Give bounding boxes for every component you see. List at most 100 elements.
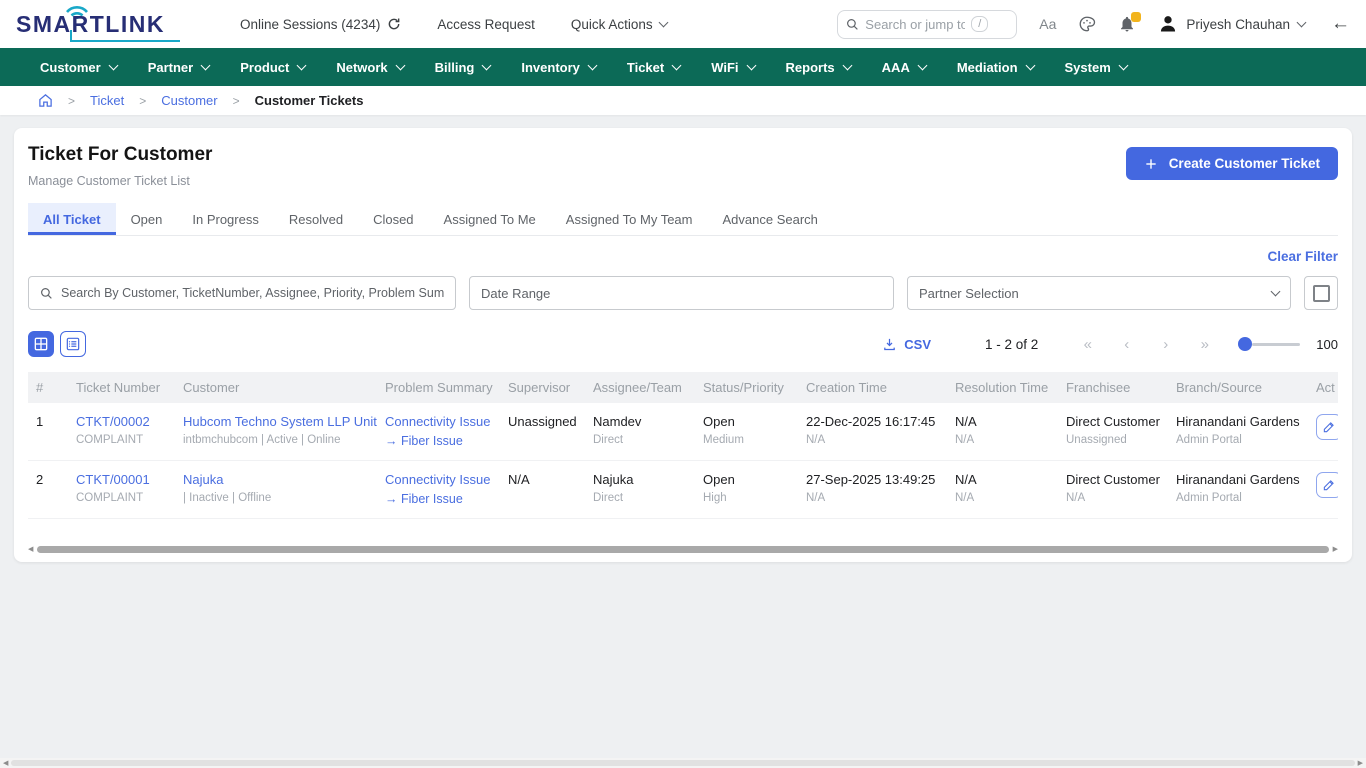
notifications-bell-icon[interactable] (1118, 15, 1136, 33)
problem-summary-link[interactable]: Connectivity Issue (385, 414, 492, 429)
priority: Medium (703, 434, 790, 446)
page-size-value: 100 (1316, 337, 1338, 352)
slider-handle[interactable] (1238, 337, 1252, 351)
scrollbar-thumb[interactable] (37, 546, 1328, 553)
global-search[interactable]: / (837, 10, 1017, 39)
tab-all-ticket[interactable]: All Ticket (28, 203, 116, 235)
list-view-button[interactable] (60, 331, 86, 357)
pagination-last-button[interactable]: » (1185, 336, 1224, 353)
assignee: Namdev (593, 414, 687, 429)
tab-advance-search[interactable]: Advance Search (708, 203, 833, 235)
resolution-time: N/A (955, 414, 1050, 429)
nav-item-system[interactable]: System (1065, 60, 1127, 75)
nav-item-billing[interactable]: Billing (435, 60, 491, 75)
scroll-right-icon[interactable]: ▶ (1358, 760, 1363, 767)
access-request-link[interactable]: Access Request (437, 17, 535, 32)
ticket-number-link[interactable]: CTKT/00002 (76, 414, 167, 429)
back-arrow-icon[interactable]: ← (1331, 13, 1350, 35)
user-menu[interactable]: Priyesh Chauhan (1158, 14, 1305, 34)
clear-filter-link[interactable]: Clear Filter (1267, 249, 1338, 264)
edit-ticket-button[interactable] (1316, 472, 1338, 498)
page-horizontal-scrollbar[interactable]: ◀ ▶ (0, 758, 1366, 768)
chevron-down-icon (482, 60, 492, 70)
main-navbar: Customer Partner Product Network Billing… (0, 48, 1366, 86)
breadcrumb-separator: > (233, 94, 240, 108)
assignee-team: Direct (593, 492, 687, 504)
problem-sub-category[interactable]: → Fiber Issue (385, 434, 492, 448)
user-name: Priyesh Chauhan (1186, 17, 1290, 32)
refresh-icon[interactable] (387, 17, 401, 31)
global-search-input[interactable] (865, 17, 965, 32)
nav-item-customer[interactable]: Customer (40, 60, 117, 75)
pagination-first-button[interactable]: « (1068, 336, 1107, 353)
partner-selection-placeholder: Partner Selection (919, 286, 1019, 301)
chevron-down-icon (587, 60, 597, 70)
tab-resolved[interactable]: Resolved (274, 203, 358, 235)
logo-arrow (70, 30, 72, 42)
chevron-down-icon (917, 60, 927, 70)
edit-ticket-button[interactable] (1316, 414, 1338, 440)
ticket-number-link[interactable]: CTKT/00001 (76, 472, 167, 487)
font-size-toggle[interactable]: Aa (1039, 16, 1056, 32)
theme-palette-icon[interactable] (1078, 15, 1096, 33)
page-size-slider[interactable] (1238, 337, 1300, 351)
tab-open[interactable]: Open (116, 203, 178, 235)
table-horizontal-scrollbar[interactable]: ◀ ▶ (28, 545, 1338, 553)
nav-item-wifi[interactable]: WiFi (711, 60, 754, 75)
row-number: 2 (36, 472, 60, 487)
nav-item-aaa[interactable]: AAA (882, 60, 926, 75)
supervisor: N/A (508, 472, 577, 487)
breadcrumb-ticket-link[interactable]: Ticket (90, 93, 124, 108)
problem-sub-category[interactable]: → Fiber Issue (385, 492, 492, 506)
scroll-right-icon[interactable]: ▶ (1333, 546, 1338, 553)
date-range-input[interactable] (481, 286, 882, 301)
customer-status: | Inactive | Offline (183, 492, 369, 504)
app-logo[interactable]: SMARTLINK (16, 4, 184, 44)
ticket-search-field (28, 276, 456, 310)
grid-view-button[interactable] (28, 331, 54, 357)
nav-item-inventory[interactable]: Inventory (521, 60, 596, 75)
problem-summary-link[interactable]: Connectivity Issue (385, 472, 492, 487)
nav-item-product[interactable]: Product (240, 60, 305, 75)
home-icon[interactable] (38, 93, 53, 108)
tab-in-progress[interactable]: In Progress (177, 203, 273, 235)
chevron-down-icon (1118, 60, 1128, 70)
nav-item-mediation[interactable]: Mediation (957, 60, 1034, 75)
customer-link[interactable]: Najuka (183, 472, 369, 487)
chevron-down-icon (672, 60, 682, 70)
tab-closed[interactable]: Closed (358, 203, 428, 235)
franchisee-sub: N/A (1066, 492, 1160, 504)
top-header: SMARTLINK Online Sessions (4234) Access … (0, 0, 1366, 48)
table-header-row: # Ticket Number Customer Problem Summary… (28, 372, 1338, 403)
breadcrumb-current: Customer Tickets (255, 93, 364, 108)
scrollbar-thumb[interactable] (11, 760, 1354, 766)
supervisor: Unassigned (508, 414, 577, 429)
col-header-action: Act (1308, 372, 1338, 403)
nav-item-partner[interactable]: Partner (148, 60, 210, 75)
tab-assigned-to-me[interactable]: Assigned To Me (429, 203, 551, 235)
tab-assigned-to-my-team[interactable]: Assigned To My Team (551, 203, 708, 235)
scroll-left-icon[interactable]: ◀ (3, 760, 8, 767)
scroll-left-icon[interactable]: ◀ (28, 546, 33, 553)
partner-selection-select[interactable]: Partner Selection (907, 276, 1291, 310)
download-icon (882, 337, 897, 352)
nav-item-reports[interactable]: Reports (786, 60, 851, 75)
resolution-time-sub: N/A (955, 434, 1050, 446)
search-icon (40, 287, 53, 300)
csv-export-button[interactable]: CSV (882, 337, 931, 352)
select-all-checkbox[interactable] (1304, 276, 1338, 310)
quick-actions-menu[interactable]: Quick Actions (571, 17, 667, 32)
customer-link[interactable]: Hubcom Techno System LLP Unit (183, 414, 369, 429)
plus-icon (1144, 157, 1158, 171)
franchisee: Direct Customer (1066, 414, 1160, 429)
status: Open (703, 414, 790, 429)
pagination-prev-button[interactable]: ‹ (1107, 336, 1146, 353)
nav-item-ticket[interactable]: Ticket (627, 60, 680, 75)
pagination-next-button[interactable]: › (1146, 336, 1185, 353)
creation-time-sub: N/A (806, 434, 939, 446)
logo-underline (70, 40, 180, 42)
breadcrumb-customer-link[interactable]: Customer (161, 93, 217, 108)
create-customer-ticket-button[interactable]: Create Customer Ticket (1126, 147, 1338, 180)
nav-item-network[interactable]: Network (336, 60, 403, 75)
ticket-search-input[interactable] (61, 286, 444, 300)
